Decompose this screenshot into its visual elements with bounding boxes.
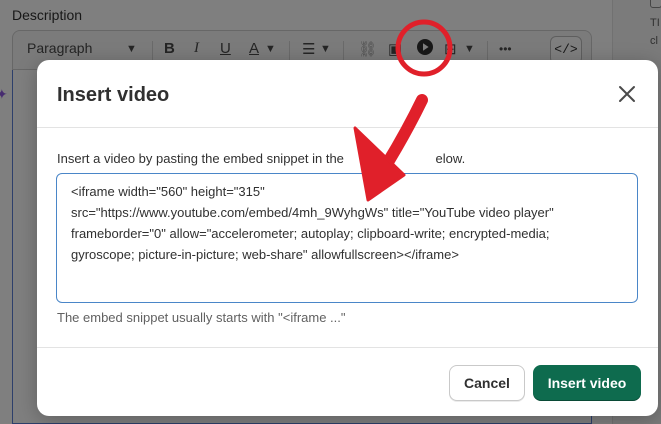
close-button[interactable] [609,76,645,112]
embed-snippet-textarea[interactable] [56,173,638,303]
instructions-main: Insert a video by pasting the embed snip… [57,151,344,166]
dialog-footer: Cancel Insert video [37,347,658,416]
close-icon [619,86,635,102]
instructions-tail: elow. [435,151,466,166]
cancel-button[interactable]: Cancel [449,365,525,401]
insert-video-dialog: Insert video Insert a video by pasting t… [37,60,658,416]
help-text: The embed snippet usually starts with "<… [57,310,346,325]
dialog-title: Insert video [57,84,170,106]
insert-video-button[interactable]: Insert video [533,365,641,401]
dialog-header: Insert video [37,60,658,128]
instructions-text: Insert a video by pasting the embed snip… [57,151,465,166]
